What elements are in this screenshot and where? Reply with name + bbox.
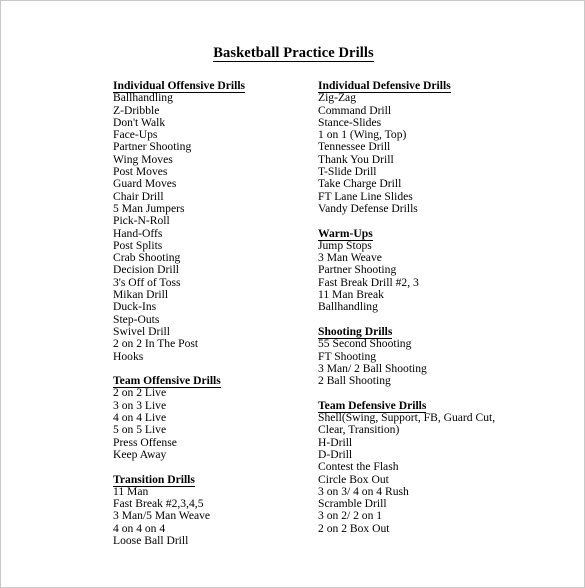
drill-list: Zig-Zag Command Drill Stance-Slides 1 on 1 … bbox=[318, 91, 518, 215]
drill-item: Vandy Defense Drills bbox=[318, 201, 418, 215]
drill-item: Partner Shooting bbox=[113, 140, 192, 154]
drill-item: 2 Ball Shooting bbox=[318, 374, 391, 388]
drill-section-shooting-drills: Shooting Drills 55 Second Shooting FT Shoo… bbox=[318, 324, 518, 388]
drill-section-team-offensive-drills: Team Offensive Drills 2 on 2 Live 3 on 3 L… bbox=[113, 374, 303, 461]
drill-item: Ballhandling bbox=[318, 300, 378, 314]
drill-section-transition-drills: Transition Drills 11 Man Fast Break #2,3,4… bbox=[113, 472, 303, 548]
drill-item: Keep Away bbox=[113, 447, 167, 461]
drill-item: Partner Shooting bbox=[318, 263, 397, 277]
page-title-text: Basketball Practice Drills bbox=[213, 45, 374, 62]
drill-item: Tennessee Drill bbox=[318, 140, 391, 154]
drill-section-team-defensive-drills: Team Defensive Drills Shell(Swing, Suppor… bbox=[318, 398, 518, 535]
drill-item: Decision Drill bbox=[113, 263, 180, 277]
left-column: Individual Offensive Drills Ballhandling Z… bbox=[113, 79, 303, 548]
drill-item: Ballhandling bbox=[113, 91, 173, 105]
drill-item: Contest the Flash bbox=[318, 460, 399, 474]
drill-section-warm-ups: Warm-Ups Jump Stops 3 Man Weave Partner Sho… bbox=[318, 226, 518, 314]
drill-item: 3 on 2/ 2 on 1 bbox=[318, 509, 383, 523]
section-heading: Transition Drills bbox=[113, 472, 303, 487]
drill-item: Hand-Offs bbox=[113, 226, 163, 240]
drill-item: 2 on 2 Live bbox=[113, 386, 167, 400]
drill-list: 55 Second Shooting FT Shooting 3 Man/ 2 Ba… bbox=[318, 337, 518, 388]
drill-section-individual-defensive-drills: Individual Defensive Drills Zig-Zag Comman… bbox=[318, 79, 518, 215]
drill-list: 11 Man Fast Break #2,3,4,5 3 Man/5 Man Wea… bbox=[113, 485, 303, 547]
drill-item: 5 on 5 Live bbox=[113, 423, 167, 437]
drill-item: 3 Man/5 Man Weave bbox=[113, 509, 211, 523]
drill-item: Shell(Swing, Support, FB, Guard Cut, Cle… bbox=[318, 411, 496, 437]
drill-item: Loose Ball Drill bbox=[113, 533, 189, 547]
section-heading: Warm-Ups bbox=[318, 226, 518, 241]
drill-item: 2 on 2 In The Post bbox=[113, 337, 199, 351]
drill-item: Duck-Ins bbox=[113, 300, 157, 314]
drill-item: Hooks bbox=[113, 349, 144, 363]
drill-item: Zig-Zag bbox=[318, 91, 356, 105]
drill-item: 2 on 2 Box Out bbox=[318, 521, 390, 535]
drill-list: Ballhandling Z-Dribble Don't Walk Face-Ups P… bbox=[113, 91, 303, 363]
drill-item: Guard Moves bbox=[113, 177, 177, 191]
drill-item: Circle Box Out bbox=[318, 472, 389, 486]
drill-item: 55 Second Shooting bbox=[318, 337, 412, 351]
drill-item: Pick-N-Roll bbox=[113, 214, 170, 228]
document-page: Basketball Practice Drills Individual Of… bbox=[0, 0, 585, 588]
drill-list: 2 on 2 Live 3 on 3 Live 4 on 4 Live 5 on 5 … bbox=[113, 387, 303, 461]
drill-item: FT Shooting bbox=[318, 349, 377, 363]
right-column: Individual Defensive Drills Zig-Zag Comman… bbox=[318, 79, 518, 535]
drill-item: Take Charge Drill bbox=[318, 177, 402, 191]
page-title: Basketball Practice Drills bbox=[1, 45, 585, 62]
drill-list: Shell(Swing, Support, FB, Guard Cut, Cle… bbox=[318, 411, 518, 535]
drill-list: Jump Stops 3 Man Weave Partner Shooting Fas… bbox=[318, 239, 518, 314]
drill-section-individual-offensive-drills: Individual Offensive Drills Ballhandling Z… bbox=[113, 79, 303, 363]
